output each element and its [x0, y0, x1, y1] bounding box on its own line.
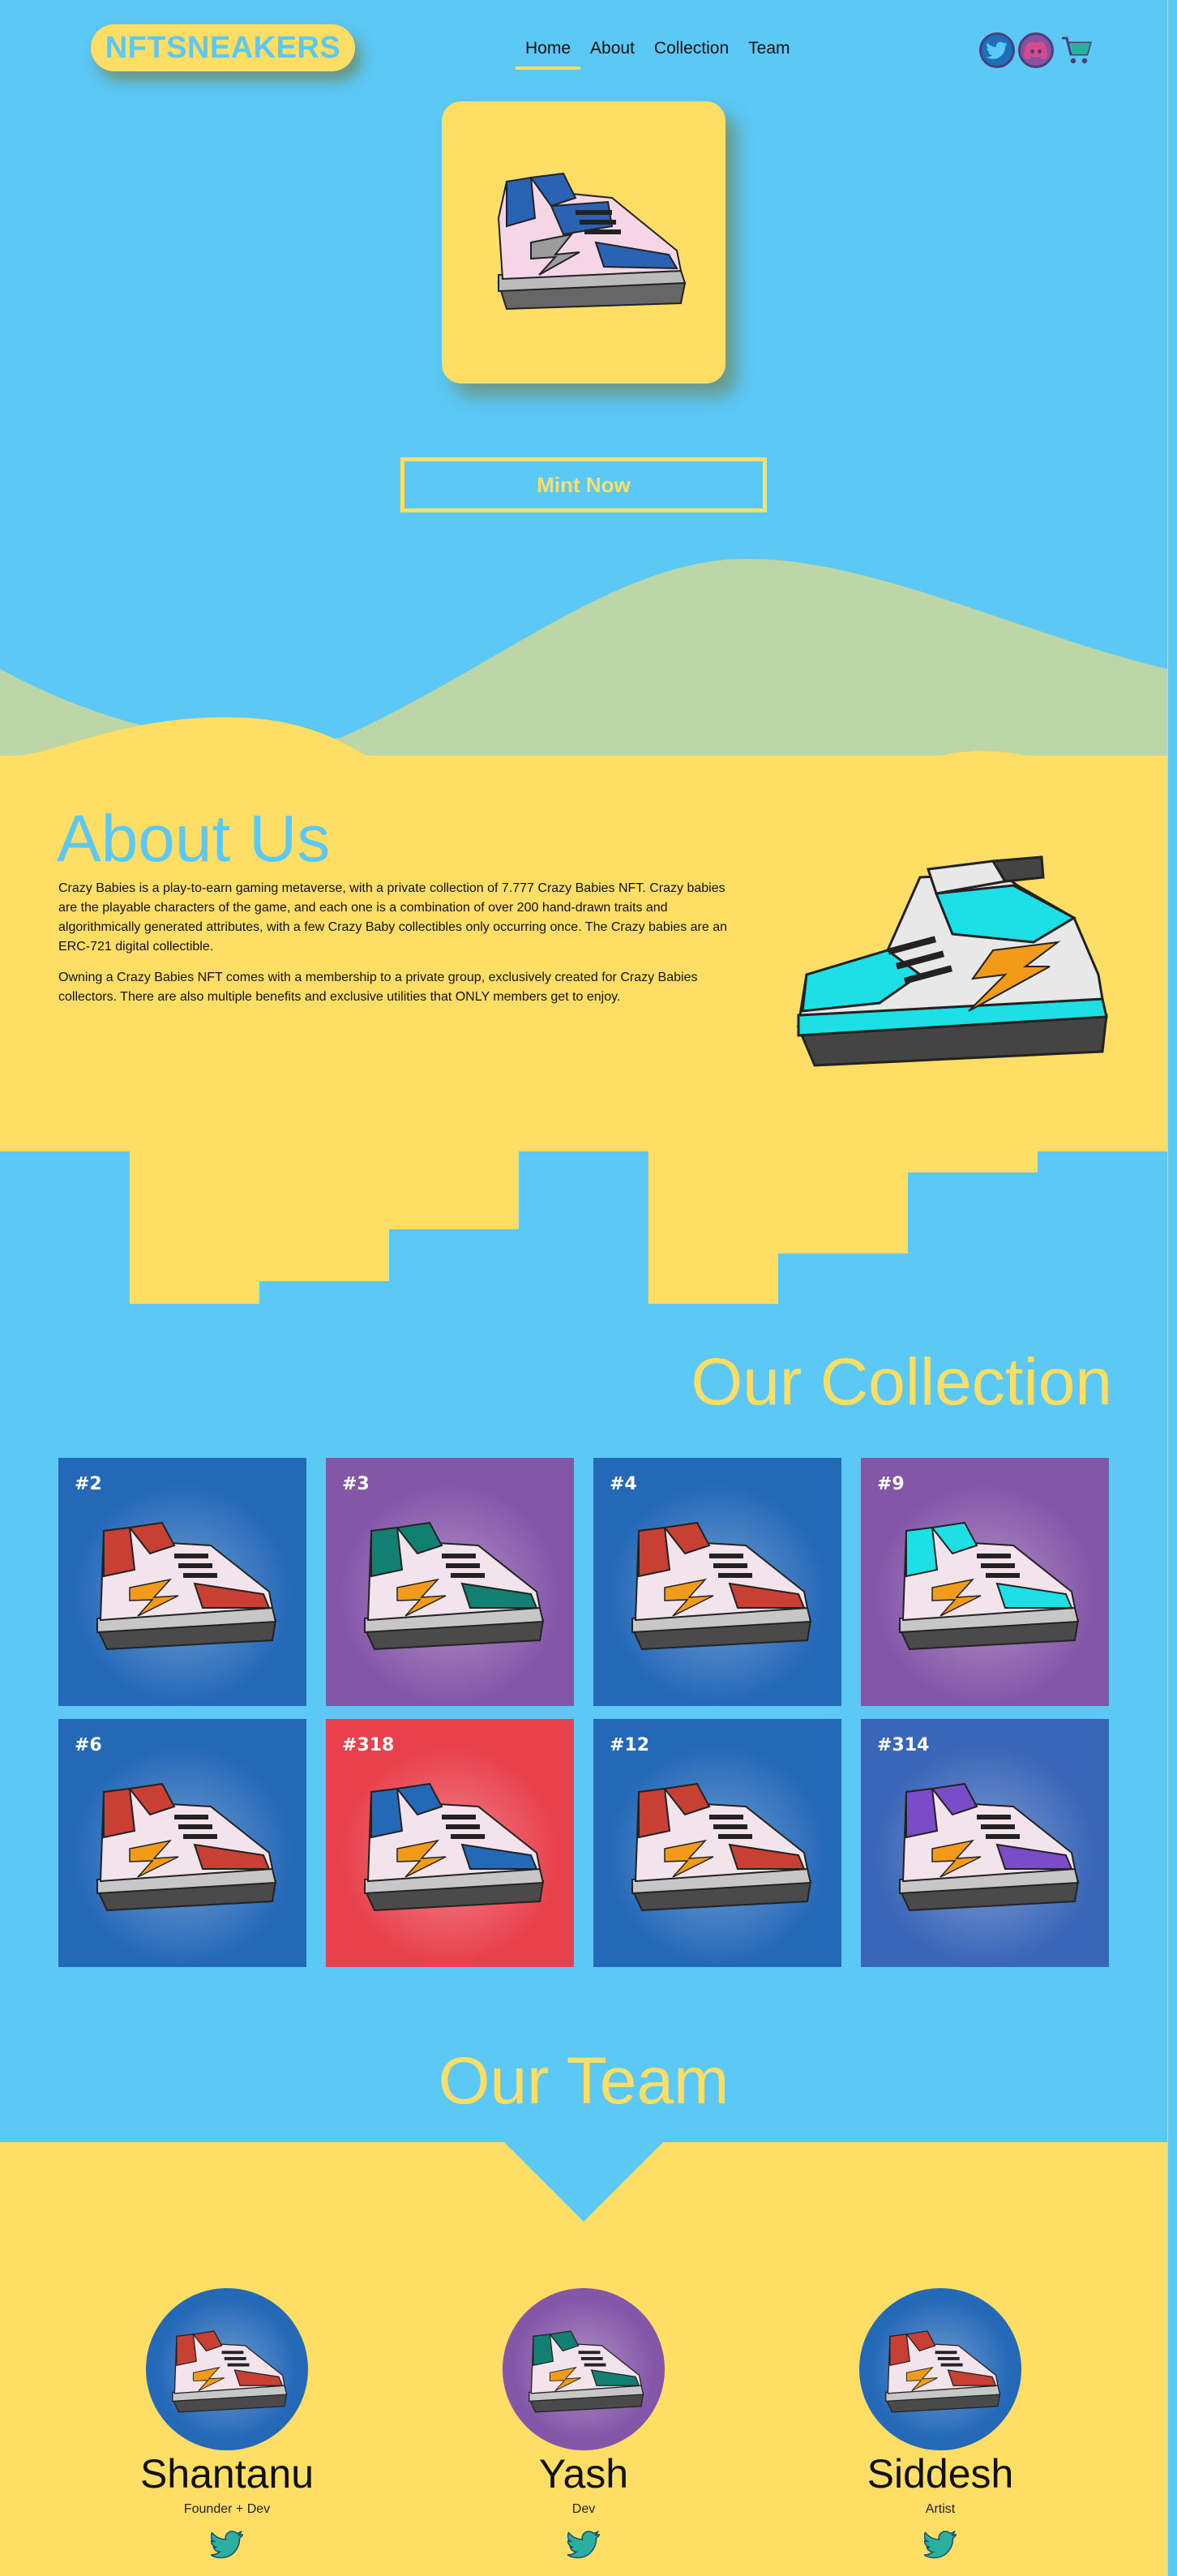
member-role: Dev	[571, 2502, 596, 2516]
collection-card[interactable]: #12	[593, 1719, 841, 1967]
discord-button[interactable]	[1018, 32, 1054, 68]
sneaker-image	[363, 1782, 545, 1912]
twitter-button[interactable]	[979, 32, 1015, 68]
hero-sneaker-card	[442, 101, 725, 384]
avatar	[146, 2288, 308, 2450]
avatar	[859, 2288, 1021, 2450]
collection-card[interactable]: #314	[861, 1719, 1109, 1967]
member-role: Artist	[925, 2502, 956, 2516]
sneaker-image	[497, 172, 687, 311]
about-paragraph-1: Crazy Babies is a play-to-earn gaming me…	[58, 881, 727, 954]
member-name: Yash	[538, 2451, 629, 2497]
twitter-icon[interactable]	[211, 2530, 243, 2559]
collection-title: Our Collection	[691, 1345, 1112, 1419]
about-paragraph-2: Owning a Crazy Babies NFT comes with a m…	[58, 971, 698, 1004]
member-name: Siddesh	[867, 2451, 1014, 2497]
sneaker-image	[528, 2330, 644, 2413]
nav-home[interactable]: Home	[516, 36, 581, 70]
twitter-icon[interactable]	[567, 2530, 600, 2559]
team-member: Yash Dev	[462, 2288, 705, 2559]
sneaker-image	[171, 2330, 288, 2413]
logo-text: NFTSNEAKERS	[105, 30, 341, 65]
collection-card[interactable]: #2	[58, 1458, 306, 1706]
sneaker-image	[363, 1521, 545, 1651]
card-number: #9	[877, 1474, 905, 1494]
sneaker-image	[96, 1782, 277, 1912]
collection-card[interactable]: #9	[861, 1458, 1109, 1706]
card-number: #6	[75, 1735, 102, 1755]
card-number: #314	[877, 1735, 930, 1755]
team-member: Siddesh Artist	[819, 2288, 1062, 2559]
cart-button[interactable]	[1059, 32, 1094, 68]
collection-card[interactable]: #318	[326, 1719, 574, 1967]
member-role: Founder + Dev	[183, 2502, 271, 2516]
collection-card[interactable]: #4	[593, 1458, 841, 1706]
brand-logo[interactable]: NFTSNEAKERS	[91, 24, 355, 71]
about-section: About Us Crazy Babies is a play-to-earn …	[0, 756, 1167, 1151]
sneaker-image	[631, 1782, 812, 1912]
card-number: #2	[75, 1474, 102, 1494]
scrollbar[interactable]	[1167, 0, 1177, 2576]
sneaker-image	[898, 1521, 1080, 1651]
sneaker-image	[631, 1521, 812, 1651]
about-title: About Us	[57, 802, 331, 876]
team-notch-decoration	[503, 2141, 665, 2222]
twitter-icon[interactable]	[924, 2530, 957, 2559]
card-number: #3	[342, 1474, 370, 1494]
nav-team[interactable]: Team	[738, 36, 799, 70]
team-title: Our Team	[438, 2044, 730, 2118]
sneaker-image	[898, 1782, 1080, 1912]
nav-about[interactable]: About	[580, 36, 644, 70]
team-member: Shantanu Founder + Dev	[105, 2288, 349, 2559]
member-name: Shantanu	[139, 2451, 315, 2497]
twitter-icon	[987, 41, 1008, 59]
sneaker-image	[884, 2330, 1001, 2413]
step-divider-decoration	[0, 1124, 1167, 1304]
collection-card[interactable]: #6	[58, 1719, 306, 1967]
card-number: #4	[610, 1474, 637, 1494]
cart-icon	[1062, 36, 1092, 64]
avatar	[503, 2288, 665, 2450]
nav-collection[interactable]: Collection	[644, 36, 738, 70]
hills-decoration	[0, 559, 1167, 758]
card-number: #318	[342, 1735, 395, 1755]
card-number: #12	[610, 1735, 650, 1755]
discord-icon	[1024, 41, 1048, 59]
main-nav: Home About Collection Team	[516, 36, 800, 70]
collection-card[interactable]: #3	[326, 1458, 574, 1706]
sneaker-image	[96, 1521, 277, 1651]
mint-now-button[interactable]: Mint Now	[400, 457, 767, 512]
about-sneaker-image	[796, 855, 1108, 1067]
